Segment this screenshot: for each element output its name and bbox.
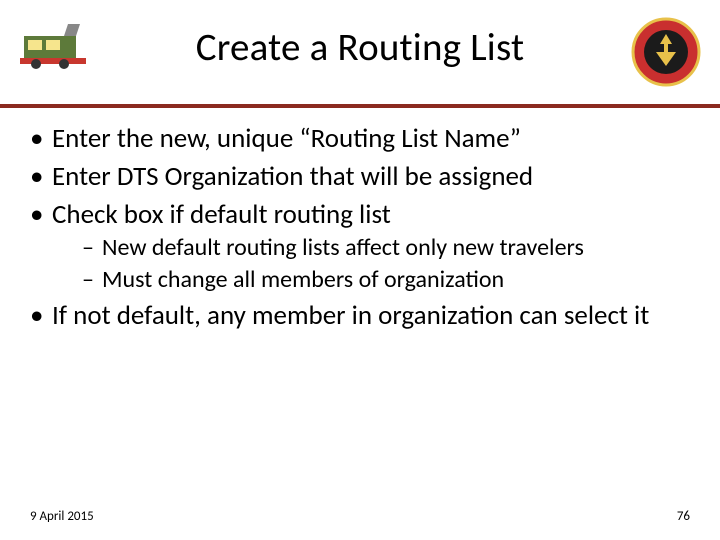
sub-bullet-list: New default routing lists affect only ne…	[52, 233, 698, 295]
train-logo-icon	[18, 16, 90, 72]
bullet-text: Enter DTS Organization that will be assi…	[52, 160, 533, 193]
slide: Create a Routing List Enter the new, uni…	[0, 0, 720, 540]
slide-footer: 9 April 2015 76	[0, 509, 720, 524]
bullet-item: Check box if default routing list New de…	[22, 198, 698, 296]
bullet-list: Enter the new, unique “Routing List Name…	[22, 122, 698, 333]
sub-bullet-text: Must change all members of organization	[102, 265, 504, 294]
bullet-text: Enter the new, unique “Routing List Name…	[52, 122, 521, 155]
bullet-text: If not default, any member in organizati…	[52, 299, 649, 332]
sub-bullet-text: New default routing lists affect only ne…	[102, 233, 584, 262]
slide-body: Enter the new, unique “Routing List Name…	[0, 108, 720, 333]
sub-bullet-item: Must change all members of organization	[80, 265, 698, 295]
bullet-text: Check box if default routing list	[52, 198, 391, 231]
footer-date: 9 April 2015	[30, 509, 94, 524]
bullet-item: Enter the new, unique “Routing List Name…	[22, 122, 698, 156]
sub-bullet-item: New default routing lists affect only ne…	[80, 233, 698, 263]
slide-header: Create a Routing List	[0, 0, 720, 100]
footer-page: 76	[677, 509, 690, 524]
slide-title: Create a Routing List	[0, 0, 720, 71]
navy-seal-icon	[630, 16, 702, 88]
bullet-item: If not default, any member in organizati…	[22, 299, 698, 333]
bullet-item: Enter DTS Organization that will be assi…	[22, 160, 698, 194]
